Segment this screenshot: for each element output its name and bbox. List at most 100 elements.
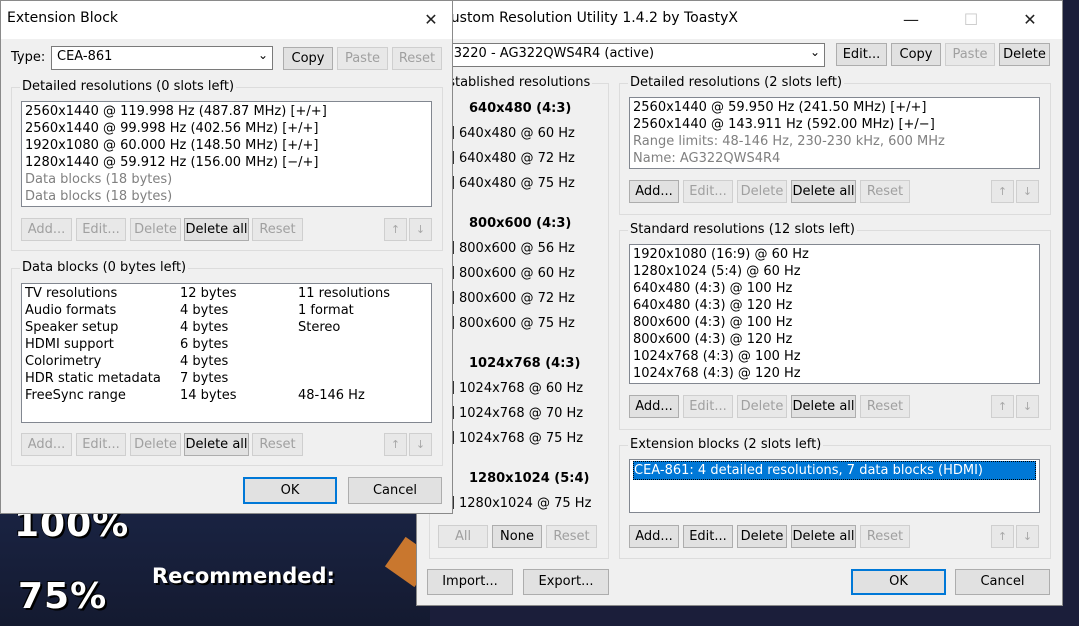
arrow-up-icon[interactable]: ↑ — [991, 180, 1014, 203]
list-item[interactable]: Data blocks (18 bytes) — [25, 171, 428, 188]
table-row[interactable]: Speaker setup 4 bytes Stereo — [25, 319, 428, 336]
table-row[interactable]: Audio formats 4 bytes 1 format — [25, 302, 428, 319]
established-item[interactable]: 1024x768 @ 75 Hz — [441, 431, 583, 446]
reset-established-button[interactable]: Reset — [546, 525, 597, 548]
list-item[interactable]: 1024x768 (4:3) @ 100 Hz — [633, 348, 1036, 365]
delete-detailed-button[interactable]: Delete — [130, 218, 181, 241]
copy-button[interactable]: Copy — [283, 47, 333, 70]
list-item[interactable]: 800x600 (4:3) @ 120 Hz — [633, 331, 1036, 348]
maximize-icon[interactable]: ☐ — [948, 5, 994, 35]
list-item[interactable]: Name: AG322QWS4R4 — [633, 150, 1036, 167]
edit-detailed-button[interactable]: Edit... — [76, 218, 126, 241]
delete-all-detailed-button[interactable]: Delete all — [791, 180, 856, 203]
edit-monitor-button[interactable]: Edit... — [836, 43, 887, 66]
list-item[interactable]: 2560x1440 @ 99.998 Hz (402.56 MHz) [+/+] — [25, 120, 428, 137]
delete-all-standard-button[interactable]: Delete all — [791, 395, 856, 418]
list-item[interactable]: Data blocks (18 bytes) — [25, 188, 428, 205]
table-row[interactable]: Colorimetry 4 bytes — [25, 353, 428, 370]
minimize-icon[interactable]: — — [888, 5, 934, 35]
data-blocks-list[interactable]: TV resolutions 12 bytes 11 resolutions Aud… — [21, 283, 432, 423]
reset-extension-button[interactable]: Reset — [860, 525, 910, 548]
monitor-select[interactable]: AG3220 - AG322QWS4R4 (active) ⌄ — [429, 43, 825, 67]
arrow-down-icon[interactable]: ↓ — [1016, 395, 1039, 418]
arrow-down-icon[interactable]: ↓ — [409, 218, 432, 241]
established-item[interactable]: 1024x768 @ 60 Hz — [441, 381, 583, 396]
established-item[interactable]: 1024x768 @ 70 Hz — [441, 406, 583, 421]
delete-extension-button[interactable]: Delete — [737, 525, 787, 548]
list-item[interactable]: 1024x768 (4:3) @ 120 Hz — [633, 365, 1036, 382]
edit-extension-button[interactable]: Edit... — [683, 525, 733, 548]
arrow-up-icon[interactable]: ↑ — [384, 218, 407, 241]
established-item[interactable]: 800x600 @ 75 Hz — [441, 316, 575, 331]
reset-standard-button[interactable]: Reset — [860, 395, 910, 418]
list-item[interactable]: Range limits: 48-146 Hz, 230-230 kHz, 60… — [633, 133, 1036, 150]
type-select[interactable]: CEA-861 ⌄ — [51, 46, 273, 70]
list-item[interactable]: 2560x1440 @ 59.950 Hz (241.50 MHz) [+/+] — [633, 99, 1036, 116]
reset-detailed-button[interactable]: Reset — [252, 218, 303, 241]
reset-data-blocks-button[interactable]: Reset — [252, 433, 303, 456]
arrow-up-icon[interactable]: ↑ — [991, 525, 1014, 548]
arrow-down-icon[interactable]: ↓ — [1016, 180, 1039, 203]
close-icon[interactable]: ✕ — [408, 5, 454, 35]
close-icon[interactable]: ✕ — [1007, 5, 1053, 35]
established-item[interactable]: 800x600 @ 56 Hz — [441, 241, 575, 256]
list-item[interactable]: 800x600 (4:3) @ 100 Hz — [633, 314, 1036, 331]
detailed-resolutions-list[interactable]: 2560x1440 @ 59.950 Hz (241.50 MHz) [+/+]… — [629, 97, 1040, 169]
list-item[interactable]: 1920x1080 @ 60.000 Hz (148.50 MHz) [+/+] — [25, 137, 428, 154]
add-detailed-button[interactable]: Add... — [21, 218, 72, 241]
paste-button[interactable]: Paste — [945, 43, 995, 66]
list-item-selected[interactable]: CEA-861: 4 detailed resolutions, 7 data … — [633, 461, 1036, 480]
arrow-down-icon[interactable]: ↓ — [1016, 525, 1039, 548]
edit-detailed-button[interactable]: Edit... — [683, 180, 733, 203]
paste-button[interactable]: Paste — [337, 47, 388, 70]
delete-all-extension-button[interactable]: Delete all — [791, 525, 856, 548]
table-row[interactable]: FreeSync range 14 bytes 48-146 Hz — [25, 387, 428, 404]
list-item[interactable]: 1920x1080 (16:9) @ 60 Hz — [633, 246, 1036, 263]
list-item[interactable]: 640x480 (4:3) @ 120 Hz — [633, 297, 1036, 314]
cancel-button[interactable]: Cancel — [955, 569, 1050, 595]
delete-all-detailed-button[interactable]: Delete all — [184, 218, 249, 241]
all-button[interactable]: All — [438, 525, 488, 548]
reset-detailed-button[interactable]: Reset — [860, 180, 910, 203]
arrow-down-icon[interactable]: ↓ — [409, 433, 432, 456]
delete-monitor-button[interactable]: Delete — [999, 43, 1050, 66]
none-button[interactable]: None — [492, 525, 542, 548]
reset-type-button[interactable]: Reset — [392, 47, 442, 70]
established-item-label: 800x600 @ 60 Hz — [459, 266, 575, 281]
established-item[interactable]: 640x480 @ 72 Hz — [441, 151, 575, 166]
list-item[interactable]: 640x480 (4:3) @ 100 Hz — [633, 280, 1036, 297]
standard-resolutions-list[interactable]: 1920x1080 (16:9) @ 60 Hz 1280x1024 (5:4)… — [629, 244, 1040, 384]
edit-standard-button[interactable]: Edit... — [683, 395, 733, 418]
dialog-detailed-resolutions-list[interactable]: 2560x1440 @ 119.998 Hz (487.87 MHz) [+/+… — [21, 101, 432, 207]
arrow-up-icon[interactable]: ↑ — [991, 395, 1014, 418]
established-item[interactable]: 800x600 @ 72 Hz — [441, 291, 575, 306]
cancel-button[interactable]: Cancel — [348, 477, 442, 504]
ok-button[interactable]: OK — [851, 569, 946, 595]
table-row[interactable]: TV resolutions 12 bytes 11 resolutions — [25, 285, 428, 302]
export-button[interactable]: Export... — [523, 569, 609, 595]
list-item[interactable]: 2560x1440 @ 143.911 Hz (592.00 MHz) [+/−… — [633, 116, 1036, 133]
list-item[interactable]: 2560x1440 @ 119.998 Hz (487.87 MHz) [+/+… — [25, 103, 428, 120]
list-item[interactable]: 1280x1440 @ 59.912 Hz (156.00 MHz) [−/+] — [25, 154, 428, 171]
list-item[interactable]: 1280x1024 (5:4) @ 60 Hz — [633, 263, 1036, 280]
extension-blocks-list[interactable]: CEA-861: 4 detailed resolutions, 7 data … — [629, 459, 1040, 513]
delete-data-block-button[interactable]: Delete — [130, 433, 181, 456]
delete-standard-button[interactable]: Delete — [737, 395, 787, 418]
established-item[interactable]: 1280x1024 @ 75 Hz — [441, 496, 591, 511]
established-item[interactable]: 800x600 @ 60 Hz — [441, 266, 575, 281]
table-row[interactable]: HDR static metadata 7 bytes — [25, 370, 428, 387]
ok-button[interactable]: OK — [243, 477, 337, 504]
delete-detailed-button[interactable]: Delete — [737, 180, 787, 203]
established-item[interactable]: 640x480 @ 60 Hz — [441, 126, 575, 141]
add-extension-button[interactable]: Add... — [629, 525, 679, 548]
table-row[interactable]: HDMI support 6 bytes — [25, 336, 428, 353]
import-button[interactable]: Import... — [427, 569, 513, 595]
established-item[interactable]: 640x480 @ 75 Hz — [441, 176, 575, 191]
add-detailed-button[interactable]: Add... — [629, 180, 679, 203]
delete-all-data-blocks-button[interactable]: Delete all — [184, 433, 249, 456]
add-data-block-button[interactable]: Add... — [21, 433, 72, 456]
arrow-up-icon[interactable]: ↑ — [384, 433, 407, 456]
copy-button[interactable]: Copy — [891, 43, 941, 66]
edit-data-block-button[interactable]: Edit... — [76, 433, 126, 456]
add-standard-button[interactable]: Add... — [629, 395, 679, 418]
